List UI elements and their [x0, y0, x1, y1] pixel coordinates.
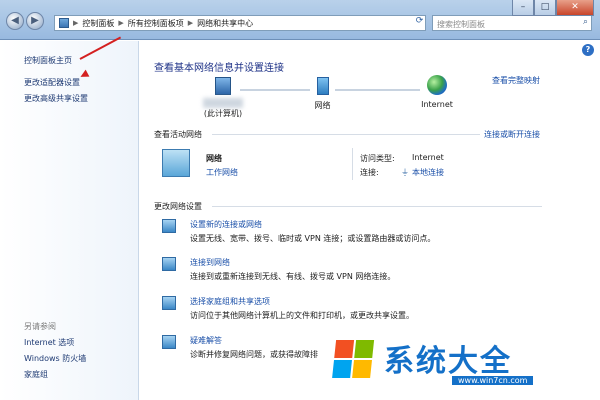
vertical-divider [352, 148, 353, 180]
option-description: 设置无线、宽带、拨号、临时或 VPN 连接；或设置路由器或访问点。 [190, 234, 436, 243]
windows-logo [332, 340, 376, 380]
change-settings-heading: 更改网络设置 [154, 202, 202, 211]
internet-node: Internet [412, 75, 462, 109]
connection-line [240, 89, 310, 91]
network-type-link[interactable]: 工作网络 [206, 167, 238, 178]
watermark: 系统大全 www.win7cn.com [322, 334, 580, 394]
breadcrumb-item[interactable]: 网络和共享中心 [197, 18, 253, 29]
connect-disconnect-link[interactable]: 连接或断开连接 [484, 129, 540, 140]
see-also-firewall[interactable]: Windows 防火墙 [24, 353, 86, 364]
refresh-icon[interactable]: ⟳ [413, 16, 426, 30]
see-also-homegroup[interactable]: 家庭组 [24, 369, 48, 380]
connection-plug-icon: ⏚ [401, 168, 409, 177]
access-type-value: Internet [412, 153, 444, 162]
back-button[interactable]: ◀ [6, 12, 24, 30]
this-computer-label: (此计算机) [203, 109, 243, 118]
sidebar: 控制面板主页 更改适配器设置 更改高级共享设置 另请参阅 Internet 选项… [0, 41, 139, 400]
page-title: 查看基本网络信息并设置连接 [154, 63, 284, 74]
network-location-icon[interactable] [162, 149, 190, 177]
watermark-text: 系统大全 [384, 344, 512, 379]
minimize-button[interactable]: – [512, 0, 534, 16]
maximize-button[interactable]: □ [534, 0, 556, 16]
breadcrumb-chevron-icon[interactable]: ▶ [73, 19, 78, 27]
sidebar-item-adapter-settings[interactable]: 更改适配器设置 [24, 77, 80, 88]
option-title[interactable]: 设置新的连接或网络 [190, 219, 262, 230]
option-title[interactable]: 选择家庭组和共享选项 [190, 296, 270, 307]
homegroup-icon [162, 296, 176, 310]
breadcrumb-item[interactable]: 所有控制面板项 [128, 18, 184, 29]
divider [212, 206, 542, 207]
forward-button[interactable]: ▶ [26, 12, 44, 30]
this-computer-node: (此计算机) [188, 77, 258, 119]
network-node: 网络 [305, 77, 340, 111]
network-node-label: 网络 [314, 101, 331, 110]
troubleshoot-icon [162, 335, 176, 349]
active-network-heading: 查看活动网络 [154, 130, 202, 139]
search-placeholder: 搜索控制面板 [437, 20, 485, 29]
search-icon[interactable]: ⌕ [583, 17, 588, 27]
close-button[interactable]: ✕ [556, 0, 594, 16]
option-description: 诊断并修复网络问题，或获得故障排 [190, 350, 318, 359]
see-also-internet-options[interactable]: Internet 选项 [24, 337, 74, 348]
title-bar: ◀ ▶ ▶ 控制面板 ▶ 所有控制面板项 ▶ 网络和共享中心 ⟳ 搜索控制面板 … [0, 0, 600, 40]
option-description: 连接到或重新连接到无线、有线、拨号或 VPN 网络连接。 [190, 272, 396, 281]
address-bar[interactable]: ▶ 控制面板 ▶ 所有控制面板项 ▶ 网络和共享中心 [54, 15, 426, 31]
globe-icon [427, 75, 447, 95]
breadcrumb-chevron-icon[interactable]: ▶ [118, 19, 123, 27]
option-title[interactable]: 疑难解答 [190, 335, 222, 346]
search-input[interactable]: 搜索控制面板 ⌕ [432, 15, 592, 31]
breadcrumb-chevron-icon[interactable]: ▶ [188, 19, 193, 27]
see-also-heading: 另请参阅 [24, 322, 56, 331]
network-icon [316, 77, 329, 95]
network-name: 网络 [206, 154, 222, 163]
connection-label: 连接: [360, 168, 379, 177]
watermark-url: www.win7cn.com [452, 376, 534, 385]
connection-line [335, 89, 420, 91]
option-description: 访问位于其他网络计算机上的文件和打印机，或更改共享设置。 [190, 311, 414, 320]
window-controls: – □ ✕ [512, 0, 594, 16]
breadcrumb-item[interactable]: 控制面板 [82, 18, 114, 29]
access-type-label: 访问类型: [360, 154, 395, 163]
divider [212, 134, 480, 135]
option-title[interactable]: 连接到网络 [190, 257, 230, 268]
computer-name-blurred [203, 98, 243, 108]
control-panel-icon [59, 18, 69, 28]
new-connection-icon [162, 219, 176, 233]
connect-network-icon [162, 257, 176, 271]
full-map-link[interactable]: 查看完整映射 [492, 75, 540, 86]
sidebar-item-advanced-sharing[interactable]: 更改高级共享设置 [24, 93, 88, 104]
sidebar-item-home[interactable]: 控制面板主页 [24, 55, 72, 66]
internet-node-label: Internet [421, 100, 453, 109]
computer-icon [215, 77, 231, 95]
local-connection-link[interactable]: 本地连接 [412, 167, 444, 178]
